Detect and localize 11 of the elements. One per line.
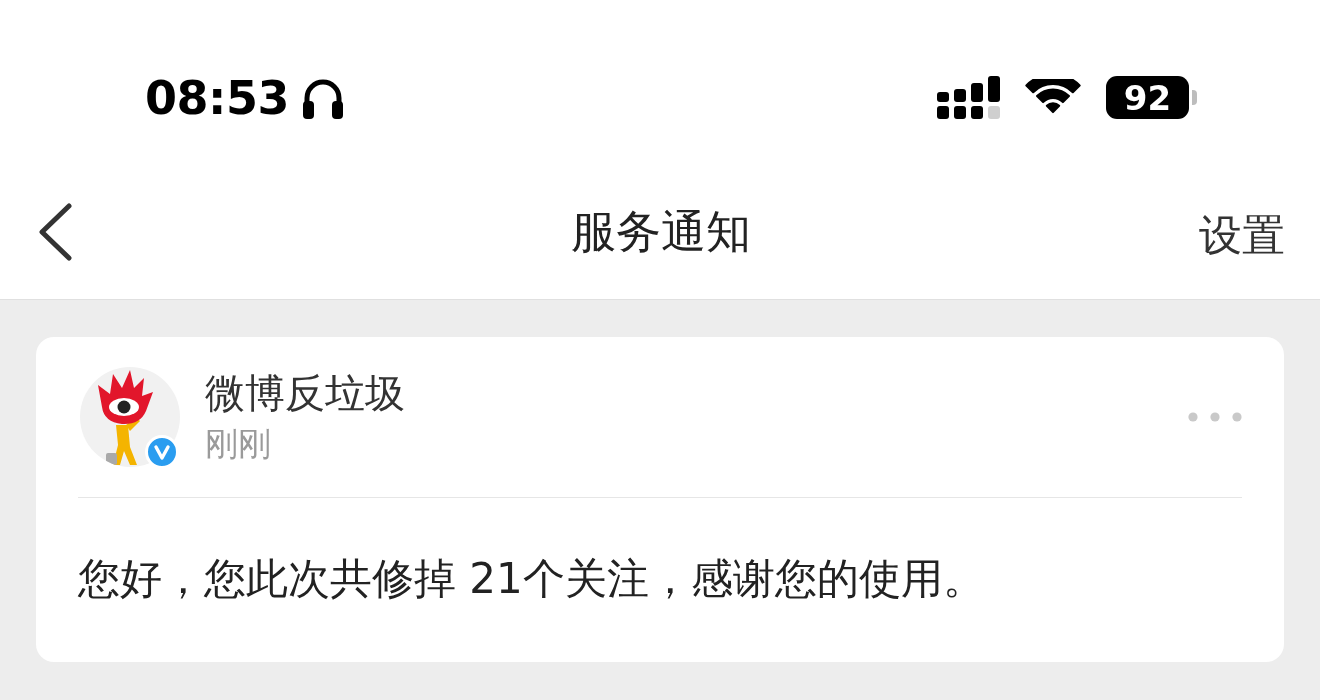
chevron-left-icon xyxy=(38,203,72,261)
sender-name: 微博反垃圾 xyxy=(205,369,405,418)
page-title: 服务通知 xyxy=(570,205,751,259)
more-dots-icon xyxy=(1188,412,1242,422)
signal-icon xyxy=(937,76,1002,119)
clock-time: 08:53 xyxy=(145,74,289,121)
battery-indicator: 92 xyxy=(1106,76,1197,119)
timestamp: 刚刚 xyxy=(205,423,272,465)
back-button[interactable] xyxy=(36,201,74,263)
settings-link[interactable]: 设置 xyxy=(1199,210,1285,262)
notification-message: 您好，您此次共修掉 21个关注，感谢您的使用。 xyxy=(78,553,986,605)
